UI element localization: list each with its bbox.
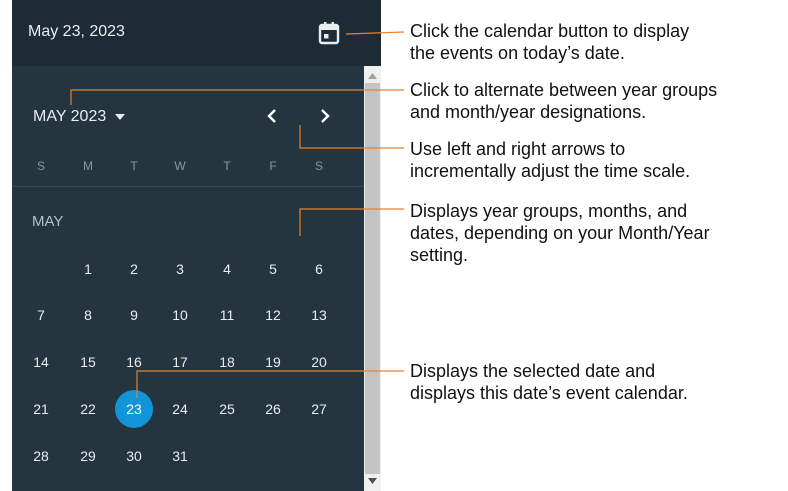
day-cell[interactable]: 7: [22, 296, 60, 334]
callout-today: Click the calendar button to display the…: [410, 21, 690, 63]
chevron-right-icon: [321, 109, 330, 123]
day-cell[interactable]: 11: [208, 296, 246, 334]
day-cell[interactable]: 28: [22, 437, 60, 475]
weekday-label: S: [314, 159, 323, 173]
day-cell[interactable]: 18: [208, 343, 246, 381]
day-cell[interactable]: 9: [115, 296, 153, 334]
day-cell[interactable]: 2: [115, 250, 153, 288]
scrollbar-thumb[interactable]: [365, 83, 380, 474]
calendar-icon: [318, 22, 340, 45]
day-cell[interactable]: 4: [208, 250, 246, 288]
weekday-label: M: [83, 159, 93, 173]
day-cell[interactable]: 17: [161, 343, 199, 381]
day-cell[interactable]: 21: [22, 390, 60, 428]
previous-button[interactable]: [262, 106, 282, 126]
next-button[interactable]: [315, 106, 335, 126]
day-cell[interactable]: 13: [300, 296, 338, 334]
day-cell[interactable]: 27: [300, 390, 338, 428]
day-cell[interactable]: 19: [254, 343, 292, 381]
callout-arrows: Use left and right arrows to incremental…: [410, 139, 691, 181]
day-cell[interactable]: 3: [161, 250, 199, 288]
scrollbar[interactable]: [364, 66, 381, 491]
month-year-toggle-button[interactable]: MAY 2023: [33, 108, 126, 126]
chevron-left-icon: [267, 109, 276, 123]
day-cell[interactable]: 20: [300, 343, 338, 381]
today-calendar-button[interactable]: [318, 21, 340, 45]
scroll-up-arrow-icon[interactable]: [368, 73, 377, 79]
weekday-label: S: [36, 159, 45, 173]
day-cell[interactable]: 5: [254, 250, 292, 288]
day-cell[interactable]: 8: [69, 296, 107, 334]
current-date-label: May 23, 2023: [28, 23, 125, 40]
divider: [12, 186, 364, 187]
day-cell[interactable]: 1: [69, 250, 107, 288]
day-cell[interactable]: 29: [69, 437, 107, 475]
weekday-label: W: [174, 159, 186, 173]
callout-selected: Displays the selected date and displays …: [410, 361, 688, 403]
scroll-down-arrow-icon[interactable]: [368, 478, 377, 484]
day-cell[interactable]: 30: [115, 437, 153, 475]
date-picker-panel: May 23, 2023 MAY 2023 S M T W T F S MAY …: [12, 0, 381, 491]
caret-down-icon: [115, 114, 126, 120]
callout-grid: Displays year groups, months, and dates,…: [410, 201, 710, 265]
day-cell[interactable]: 25: [208, 390, 246, 428]
month-year-label: MAY 2023: [33, 108, 107, 125]
day-cell[interactable]: 16: [115, 343, 153, 381]
day-cell[interactable]: 10: [161, 296, 199, 334]
selected-day-cell[interactable]: 23: [115, 390, 153, 428]
month-section-label: MAY: [32, 213, 64, 230]
day-cell[interactable]: 12: [254, 296, 292, 334]
day-cell[interactable]: 24: [161, 390, 199, 428]
day-cell[interactable]: 15: [69, 343, 107, 381]
day-cell[interactable]: 26: [254, 390, 292, 428]
weekday-label: T: [223, 159, 231, 173]
day-cell[interactable]: 31: [161, 437, 199, 475]
day-cell[interactable]: 14: [22, 343, 60, 381]
day-cell[interactable]: 6: [300, 250, 338, 288]
weekday-label: T: [130, 159, 138, 173]
callout-month-year: Click to alternate between year groups a…: [410, 80, 718, 122]
weekday-label: F: [269, 159, 277, 173]
date-header: May 23, 2023: [12, 0, 381, 66]
day-cell[interactable]: 22: [69, 390, 107, 428]
